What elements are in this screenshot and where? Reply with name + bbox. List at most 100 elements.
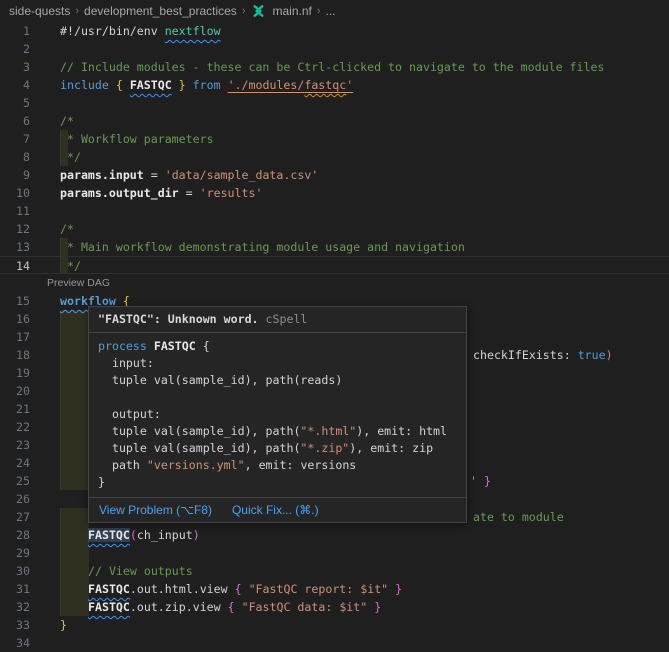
breadcrumb-separator: › [317,5,321,17]
spacer [60,592,88,593]
code-token: params.output_dir [60,186,179,200]
line-number: 22 [0,418,30,436]
code-token: { [203,339,210,353]
code-token: 'results' [200,186,263,200]
code-line[interactable]: 8 */ [0,148,669,166]
codelens-preview-dag[interactable]: Preview DAG [0,274,669,292]
code-token: path [98,458,147,472]
code-text: FASTQC.out.html.view { "FastQC report: $… [60,580,402,598]
view-problem-action[interactable]: View Problem (⌥F8) [99,503,212,517]
code-line[interactable]: 6/* [0,112,669,130]
line-number: 21 [0,400,30,418]
code-line[interactable]: 5 [0,94,669,112]
code-token: fastqc [304,78,346,92]
code-text: * Workflow parameters [60,130,214,148]
line-number: 2 [0,40,30,58]
code-token: './modules/ [228,78,305,92]
code-token: // View outputs [88,564,193,578]
line-number: 18 [0,346,30,364]
code-token: ), emit: html [356,424,447,438]
code-token: } [367,600,381,614]
code-token: include [60,78,116,92]
code-line[interactable]: 11 [0,202,669,220]
code-text: params.input = 'data/sample_data.csv' [60,166,318,184]
code-text: #!/usr/bin/env nextflow [60,22,221,40]
line-number: 15 [0,292,30,310]
code-token: "*.zip" [300,441,349,455]
breadcrumb-item-folder[interactable]: development_best_practices [84,4,237,18]
breadcrumb-item-side-quests[interactable]: side-quests [9,4,70,18]
code-token: /* [60,222,74,236]
line-number: 27 [0,508,30,526]
line-number: 34 [0,634,30,652]
code-line[interactable]: 9params.input = 'data/sample_data.csv' [0,166,669,184]
line-number: 19 [0,364,30,382]
line-number: 3 [0,58,30,76]
code-token: { [116,78,130,92]
hover-tooltip: "FASTQC": Unknown word. cSpell process F… [88,306,467,523]
breadcrumb-item-symbol[interactable]: ... [326,4,336,18]
spacer [60,538,88,539]
code-text: */ [60,257,81,273]
code-token: { [228,600,242,614]
code-token: "versions.yml" [147,458,245,472]
line-number: 30 [0,562,30,580]
hover-code-line: } [98,474,457,491]
line-number: 1 [0,22,30,40]
code-line[interactable]: 31 FASTQC.out.html.view { "FastQC report:… [0,580,669,598]
code-token: true [578,348,606,362]
code-line[interactable]: 12/* [0,220,669,238]
code-line[interactable]: 7 * Workflow parameters [0,130,669,148]
code-line[interactable]: 1 #!/usr/bin/env nextflow [0,22,669,40]
code-token: FASTQC [88,600,130,614]
line-number: 31 [0,580,30,598]
code-token: = [144,168,165,182]
code-line[interactable]: 3// Include modules - these can be Ctrl-… [0,58,669,76]
code-line[interactable]: 28 FASTQC(ch_input) [0,526,669,544]
code-token: } [60,618,67,632]
code-text: * Main workflow demonstrating module usa… [60,238,465,256]
hover-code-line: process FASTQC { [98,338,457,355]
code-token: .out.zip.view [130,600,228,614]
code-line[interactable]: 30 // View outputs [0,562,669,580]
diagnostic-text: "FASTQC": Unknown word. [98,312,259,326]
code-text: FASTQC(ch_input) [60,526,200,544]
code-token: process [98,339,154,353]
code-line[interactable]: 10params.output_dir = 'results' [0,184,669,202]
code-text: params.output_dir = 'results' [60,184,262,202]
line-number: 23 [0,436,30,454]
quick-fix-action[interactable]: Quick Fix... (⌘.) [232,503,319,517]
code-line[interactable]: 4include { FASTQC } from './modules/fast… [0,76,669,94]
hover-code-line: input: [98,355,457,372]
breadcrumb-separator: › [75,5,79,17]
code-text: FASTQC.out.zip.view { "FastQC data: $it"… [60,598,381,616]
indent-highlight [60,436,89,454]
code-token: ate to module [473,510,564,524]
code-token: nextflow [165,24,221,38]
code-token: "FastQC report: $it" [249,582,389,596]
indent-highlight [60,454,89,472]
hover-code-line: tuple val(sample_id), path("*.html"), em… [98,423,457,440]
code-line[interactable]: 13 * Main workflow demonstrating module … [0,238,669,256]
code-token: */ [60,150,81,164]
hover-code-line: output: [98,406,457,423]
code-line[interactable]: 14 */ [0,256,669,274]
breadcrumb-item-file[interactable]: main.nf [272,4,311,18]
line-number: 7 [0,130,30,148]
line-number: 5 [0,94,30,112]
code-line[interactable]: 29 [0,544,669,562]
spacer [60,610,88,611]
code-line[interactable]: 32FASTQC.out.zip.view { "FastQC data: $i… [0,598,669,616]
code-token: , emit: versions [245,458,357,472]
code-line[interactable]: 33} [0,616,669,634]
code-text: /* [60,220,74,238]
code-token: params.input [60,168,144,182]
code-line[interactable]: 34 [0,634,669,652]
code-text: include { FASTQC } from './modules/fastq… [60,76,353,94]
diagnostic-message: "FASTQC": Unknown word. cSpell [89,307,466,332]
code-line[interactable]: 2 [0,40,669,58]
code-token: ), emit: zip [349,441,433,455]
line-number: 8 [0,148,30,166]
code-token: from [186,78,228,92]
line-number: 28 [0,526,30,544]
